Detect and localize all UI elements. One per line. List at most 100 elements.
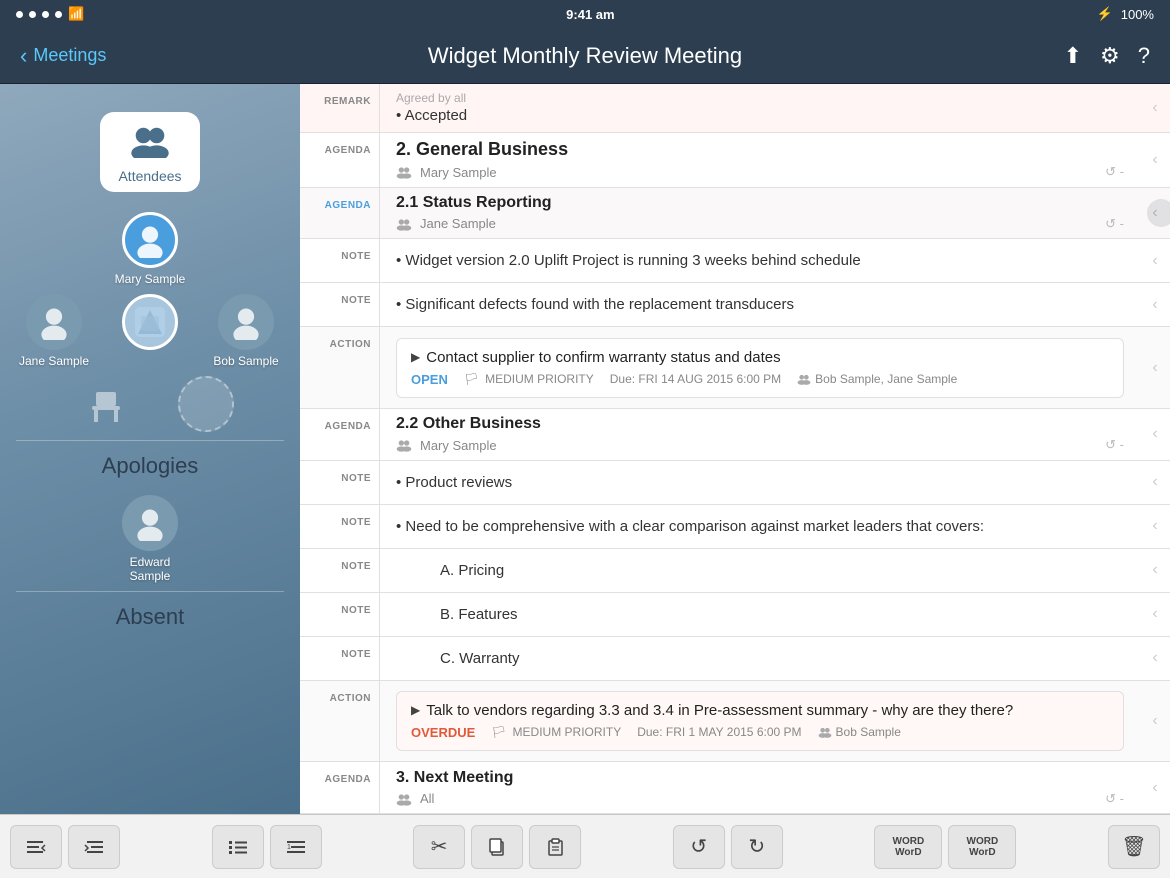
action-chevron-1: ‹ <box>1140 327 1170 408</box>
back-label[interactable]: Meetings <box>33 45 106 66</box>
avatar-edward <box>122 495 178 551</box>
word-export-btn[interactable]: WORD WorD <box>948 825 1016 869</box>
agenda-label-1: AGENDA <box>300 133 380 186</box>
assignee-info-1: Bob Sample, Jane Sample <box>797 372 957 386</box>
attendees-grid: Mary Sample Jane Sample <box>0 204 300 440</box>
note-content-4: • Need to be comprehensive with a clear … <box>380 505 1140 548</box>
avatar-mary <box>122 212 178 268</box>
action-block-1[interactable]: ▶ Contact supplier to confirm warranty s… <box>396 338 1124 398</box>
delete-btn[interactable]: 🗑 <box>1108 825 1160 869</box>
agenda-label-3: AGENDA <box>300 762 380 813</box>
undo-btn[interactable]: ↺ <box>673 825 725 869</box>
status-reporting-row[interactable]: AGENDA 2.1 Status Reporting Jane Sample … <box>300 188 1170 240</box>
note-row-1: NOTE • Widget version 2.0 Uplift Project… <box>300 239 1170 283</box>
word-export-top: WORD <box>967 836 999 847</box>
attendee-bob[interactable]: Bob Sample <box>206 294 286 368</box>
assignees-2: Bob Sample <box>836 725 901 739</box>
attendee-edward[interactable]: EdwardSample <box>110 495 190 583</box>
note-row-6: NOTE B. Features ‹ <box>300 593 1170 637</box>
back-button[interactable]: ‹ Meetings <box>20 43 106 69</box>
note-content-7: C. Warranty <box>380 637 1140 680</box>
toolbar-group-2: 1 <box>210 825 324 869</box>
agenda-label-active: AGENDA <box>300 188 380 239</box>
other-business-title: 2.2 Other Business <box>396 415 1124 433</box>
other-business-row: AGENDA 2.2 Other Business Mary Sample ↺ … <box>300 409 1170 461</box>
note-row-4: NOTE • Need to be comprehensive with a c… <box>300 505 1170 549</box>
note-label-6: NOTE <box>300 593 380 636</box>
action-block-2[interactable]: ▶ Talk to vendors regarding 3.3 and 3.4 … <box>396 691 1124 751</box>
next-meeting-person: All <box>420 791 434 806</box>
help-icon[interactable]: ? <box>1138 43 1150 69</box>
note-row-3: NOTE • Product reviews ‹ <box>300 461 1170 505</box>
action-content-1: ▶ Contact supplier to confirm warranty s… <box>380 327 1140 408</box>
remark-chevron: ‹ <box>1140 84 1170 132</box>
flag-icon: 🏳 <box>464 372 479 386</box>
next-meeting-timer: ↺ - <box>1105 791 1124 807</box>
mary-name: Mary Sample <box>115 272 186 286</box>
status-bar: 📶 9:41 am ⚡ 100% <box>0 0 1170 28</box>
status-reporting-meta: Jane Sample ↺ - <box>396 216 1124 232</box>
attendee-mary[interactable]: Mary Sample <box>110 212 190 286</box>
share-icon[interactable]: ⬆ <box>1064 43 1082 69</box>
copy-btn[interactable] <box>471 825 523 869</box>
next-meeting-meta: All ↺ - <box>396 791 1124 807</box>
apologies-section: EdwardSample <box>0 487 300 591</box>
content-area: REMARK Agreed by all • Accepted ‹ AGENDA… <box>300 84 1170 814</box>
accepted-text: • Accepted <box>396 105 1124 126</box>
open-badge: OPEN <box>411 372 448 387</box>
note-label-1: NOTE <box>300 239 380 282</box>
attendee-jane[interactable]: Jane Sample <box>14 294 94 368</box>
jane-name: Jane Sample <box>19 354 89 368</box>
status-reporting-timer: ↺ - <box>1105 216 1124 232</box>
action-details-2: OVERDUE 🏳 MEDIUM PRIORITY Due: FRI 1 MAY… <box>411 725 1109 740</box>
action-chevron-2: ‹ <box>1140 681 1170 762</box>
wifi-icon: 📶 <box>68 6 84 22</box>
other-business-person: Mary Sample <box>420 438 497 453</box>
overdue-badge: OVERDUE <box>411 725 475 740</box>
other-business-chevron: ‹ <box>1140 409 1170 460</box>
note-row-2: NOTE • Significant defects found with th… <box>300 283 1170 327</box>
meeting-title: Widget Monthly Review Meeting <box>428 43 742 69</box>
due-date-1: Due: FRI 14 AUG 2015 6:00 PM <box>610 372 781 386</box>
priority-text-2: MEDIUM PRIORITY <box>513 725 622 739</box>
word-export-bottom: WorD <box>969 847 995 858</box>
note-label-2: NOTE <box>300 283 380 326</box>
general-business-title: 2. General Business <box>396 139 1124 160</box>
absent-label: Absent <box>0 592 300 638</box>
action-details-1: OPEN 🏳 MEDIUM PRIORITY Due: FRI 14 AUG 2… <box>411 372 1109 387</box>
list-btn[interactable] <box>212 825 264 869</box>
note-text-7: C. Warranty <box>440 648 1124 669</box>
sidebar: Attendees Mary Sample <box>0 84 300 814</box>
note-label-7: NOTE <box>300 637 380 680</box>
empty-slot <box>178 376 234 432</box>
remark-label: REMARK <box>300 84 380 132</box>
back-chevron-icon: ‹ <box>20 43 27 69</box>
svg-text:1: 1 <box>287 844 291 851</box>
gear-icon[interactable]: ⚙ <box>1100 43 1120 69</box>
toolbar-group-1 <box>8 825 122 869</box>
bluetooth-icon: ⚡ <box>1097 6 1113 22</box>
note-text-5: A. Pricing <box>440 560 1124 581</box>
expand-btn[interactable] <box>68 825 120 869</box>
action-label-1: ACTION <box>300 327 380 408</box>
toolbar-group-3: ✂ <box>411 825 583 869</box>
other-business-timer: ↺ - <box>1105 437 1124 453</box>
collapse-btn[interactable] <box>10 825 62 869</box>
title-actions: ⬆ ⚙ ? <box>1064 43 1150 69</box>
attendees-button[interactable]: Attendees <box>100 112 200 192</box>
word-import-btn[interactable]: WORD WorD <box>874 825 942 869</box>
title-bar: ‹ Meetings Widget Monthly Review Meeting… <box>0 28 1170 84</box>
redo-btn[interactable]: ↻ <box>731 825 783 869</box>
next-meeting-chevron: ‹ <box>1140 762 1170 813</box>
paste-btn[interactable] <box>529 825 581 869</box>
general-business-row: AGENDA 2. General Business Mary Sample ↺… <box>300 133 1170 187</box>
note-chevron-2: ‹ <box>1140 283 1170 326</box>
attendee-highlight[interactable] <box>110 294 190 368</box>
status-right: ⚡ 100% <box>1097 6 1154 22</box>
status-reporting-title: 2.1 Status Reporting <box>396 194 1124 212</box>
clock: 9:41 am <box>566 7 614 22</box>
action-label-2: ACTION <box>300 681 380 762</box>
indent-btn[interactable]: 1 <box>270 825 322 869</box>
cut-btn[interactable]: ✂ <box>413 825 465 869</box>
word-import-top: WORD <box>893 836 925 847</box>
